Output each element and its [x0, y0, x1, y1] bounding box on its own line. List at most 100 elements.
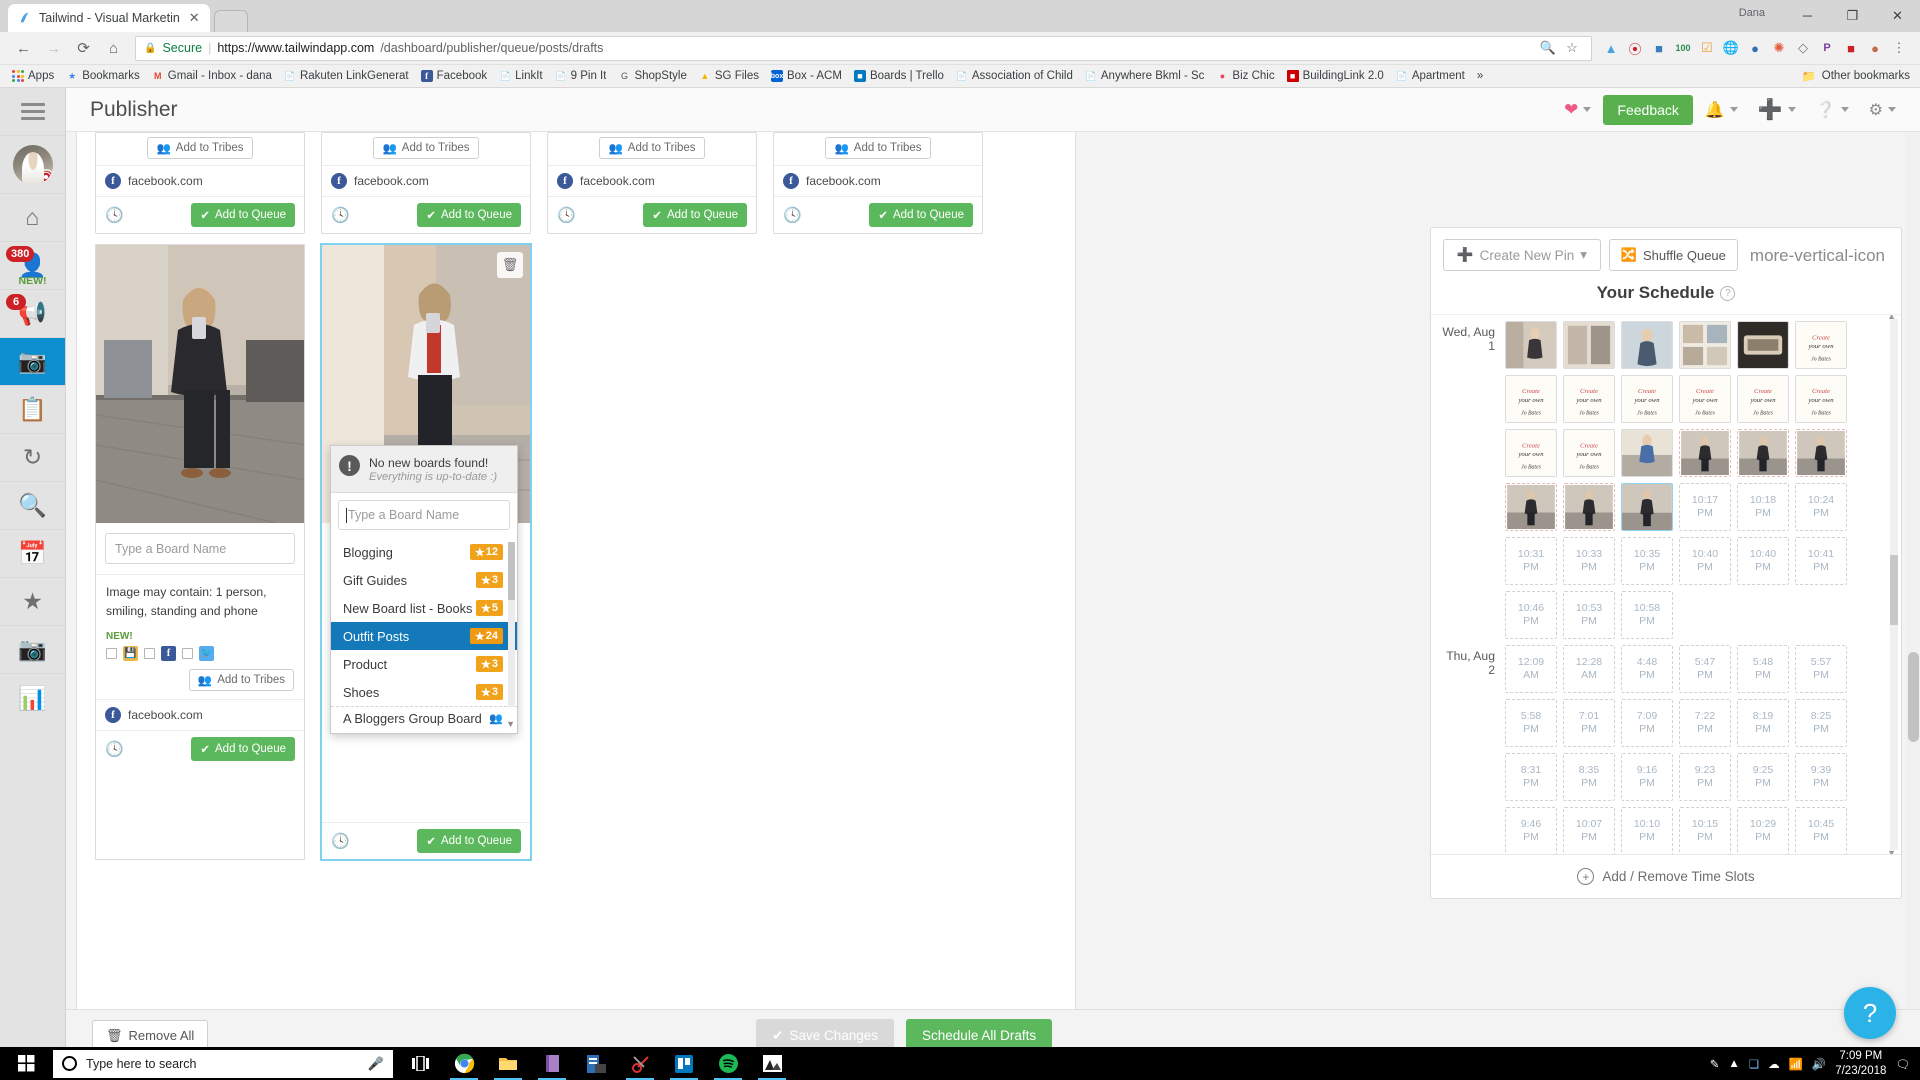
bookmark-item[interactable]: 📄 9 Pin It: [549, 69, 613, 83]
home-icon[interactable]: ⌂: [100, 35, 127, 62]
draft-time-slot[interactable]: [1563, 483, 1615, 531]
empty-time-slot[interactable]: 10:15 PM: [1679, 807, 1731, 854]
empty-time-slot[interactable]: 10:10 PM: [1621, 807, 1673, 854]
sidebar-item-instagram[interactable]: 📷: [0, 626, 65, 674]
bookmark-item[interactable]: 📄 Association of Child: [950, 69, 1079, 83]
sidebar-item-tribes[interactable]: 380 👤 NEW!: [0, 242, 65, 290]
add-to-queue-button[interactable]: ✔ Add to Queue: [643, 203, 747, 227]
empty-time-slot[interactable]: 10:29 PM: [1737, 807, 1789, 854]
action-center-icon[interactable]: 🗨: [1895, 1057, 1910, 1071]
red-ext-icon[interactable]: ■: [1840, 41, 1862, 56]
help-button[interactable]: ❔: [1808, 96, 1857, 124]
scheduled-time-slot[interactable]: Create your own Jo Bates: [1795, 321, 1847, 369]
trello-icon[interactable]: [663, 1047, 705, 1080]
draft-time-slot[interactable]: [1505, 483, 1557, 531]
empty-time-slot[interactable]: 12:28 AM: [1563, 645, 1615, 693]
add-to-tribes-button[interactable]: 👥 Add to Tribes: [599, 137, 705, 159]
board-option[interactable]: Product ★ 3: [331, 650, 517, 678]
draft-card[interactable]: 👥 Add to Tribes f facebook.com 🕓 ✔ Add to Qu…: [321, 132, 531, 234]
chevron-up-icon[interactable]: ▲: [1728, 1058, 1739, 1070]
sidebar-item-home[interactable]: ⌂: [0, 194, 65, 242]
file-explorer-icon[interactable]: [487, 1047, 529, 1080]
facebook-checkbox[interactable]: [144, 647, 155, 659]
menu-icon[interactable]: ⋮: [1888, 40, 1910, 56]
minimize-icon[interactable]: ─: [1785, 0, 1830, 32]
empty-time-slot[interactable]: 10:07 PM: [1563, 807, 1615, 854]
sidebar-item-smartloop[interactable]: ↻: [0, 434, 65, 482]
layers-ext-icon[interactable]: ■: [1648, 41, 1670, 56]
new-tab-button[interactable]: [213, 10, 248, 32]
empty-time-slot[interactable]: 10:17 PM: [1679, 483, 1731, 531]
onenote-icon[interactable]: [531, 1047, 573, 1080]
empty-time-slot[interactable]: 7:09 PM: [1621, 699, 1673, 747]
p-ext-icon[interactable]: P: [1816, 42, 1838, 54]
scheduled-time-slot[interactable]: Create your own Jo Bates: [1505, 429, 1557, 477]
empty-time-slot[interactable]: 7:22 PM: [1679, 699, 1731, 747]
scheduled-time-slot[interactable]: [1679, 321, 1731, 369]
browser-tab[interactable]: Tailwind - Visual Marketin ✕: [8, 4, 210, 32]
tailwind-ext-icon[interactable]: ▲: [1600, 41, 1622, 56]
empty-time-slot[interactable]: 7:01 PM: [1563, 699, 1615, 747]
empty-time-slot[interactable]: 5:58 PM: [1505, 699, 1557, 747]
onedrive-icon[interactable]: ☁: [1768, 1057, 1780, 1071]
add-to-queue-button[interactable]: ✔ Add to Queue: [417, 203, 521, 227]
scheduled-time-slot[interactable]: Create your own Jo Bates: [1563, 375, 1615, 423]
scheduled-time-slot[interactable]: [1621, 429, 1673, 477]
sidebar-item-insights[interactable]: 🔍: [0, 482, 65, 530]
draft-card[interactable]: 👥 Add to Tribes f facebook.com 🕓 ✔ Add to Qu…: [95, 132, 305, 234]
empty-time-slot[interactable]: 8:19 PM: [1737, 699, 1789, 747]
board-search-input[interactable]: Type a Board Name: [338, 500, 510, 531]
sidebar-item-favorites[interactable]: ★: [0, 578, 65, 626]
more-vertical-icon[interactable]: more-vertical-icon: [1746, 247, 1889, 264]
search-icon[interactable]: 🔍: [1537, 40, 1559, 56]
dropbox-icon[interactable]: ❏: [1749, 1057, 1759, 1071]
board-option-selected[interactable]: Outfit Posts ★ 24: [331, 622, 517, 651]
user-avatar[interactable]: ⦿: [0, 136, 65, 194]
empty-time-slot[interactable]: 10:31 PM: [1505, 537, 1557, 585]
clock-icon[interactable]: 🕓: [557, 206, 576, 224]
hundred-ext-icon[interactable]: 100: [1672, 43, 1694, 53]
trash-icon[interactable]: 🗑: [497, 252, 523, 278]
add-to-tribes-button[interactable]: 👥 Add to Tribes: [373, 137, 479, 159]
empty-time-slot[interactable]: 10:45 PM: [1795, 807, 1847, 854]
bookmark-item[interactable]: ■ BuildingLink 2.0: [1281, 69, 1390, 83]
clock-icon[interactable]: 🕓: [331, 832, 350, 850]
bookmark-item[interactable]: ● Biz Chic: [1210, 69, 1280, 83]
app-scrollbar-thumb[interactable]: [1908, 652, 1919, 742]
spotify-icon[interactable]: [707, 1047, 749, 1080]
add-to-tribes-button[interactable]: 👥 Add to Tribes: [147, 137, 253, 159]
chevron-up-icon[interactable]: ▲: [1887, 315, 1896, 321]
add-to-queue-button[interactable]: ✔ Add to Queue: [191, 203, 295, 227]
storyboard-icon[interactable]: [575, 1047, 617, 1080]
empty-time-slot[interactable]: 8:25 PM: [1795, 699, 1847, 747]
close-icon[interactable]: ✕: [187, 10, 202, 26]
draft-card[interactable]: Type a Board Name Image may contain: 1 p…: [95, 244, 305, 860]
bookmark-item[interactable]: f Facebook: [415, 69, 494, 83]
bookmark-item[interactable]: 📄 Rakuten LinkGenerat: [278, 69, 415, 83]
shuffle-queue-button[interactable]: 🔀 Shuffle Queue: [1608, 239, 1738, 271]
selected-time-slot[interactable]: [1621, 483, 1673, 531]
draft-time-slot[interactable]: [1795, 429, 1847, 477]
other-bookmarks[interactable]: 📁 Other bookmarks: [1801, 69, 1914, 83]
empty-time-slot[interactable]: 10:41 PM: [1795, 537, 1847, 585]
scheduled-time-slot[interactable]: [1505, 321, 1557, 369]
board-option[interactable]: New Board list - Books ★ 5: [331, 594, 517, 622]
taskbar-clock[interactable]: 7:09 PM 7/23/2018: [1835, 1049, 1886, 1078]
scheduled-time-slot[interactable]: [1563, 321, 1615, 369]
bookmark-item[interactable]: 📄 Apartment: [1390, 69, 1471, 83]
add-to-queue-button[interactable]: ✔ Add to Queue: [869, 203, 973, 227]
bookmark-item[interactable]: 📄 Anywhere Bkml - Sc: [1079, 69, 1211, 83]
board-option[interactable]: Gift Guides ★ 3: [331, 566, 517, 594]
empty-time-slot[interactable]: 10:18 PM: [1737, 483, 1789, 531]
pen-icon[interactable]: ✎: [1710, 1057, 1720, 1071]
chrome-icon[interactable]: [443, 1047, 485, 1080]
address-bar[interactable]: 🔒 Secure | https://www.tailwindapp.com/d…: [135, 35, 1592, 61]
chevron-down-icon[interactable]: ▼: [506, 719, 515, 729]
volume-icon[interactable]: 🔊: [1812, 1057, 1826, 1071]
feedback-button[interactable]: Feedback: [1603, 94, 1693, 125]
empty-time-slot[interactable]: 9:16 PM: [1621, 753, 1673, 801]
app-scrollbar-track[interactable]: [1906, 132, 1920, 1061]
board-option-group[interactable]: A Bloggers Group Board 👥: [331, 706, 517, 733]
clock-icon[interactable]: 🕓: [331, 206, 350, 224]
sidebar-item-announcements[interactable]: 6 📢: [0, 290, 65, 338]
